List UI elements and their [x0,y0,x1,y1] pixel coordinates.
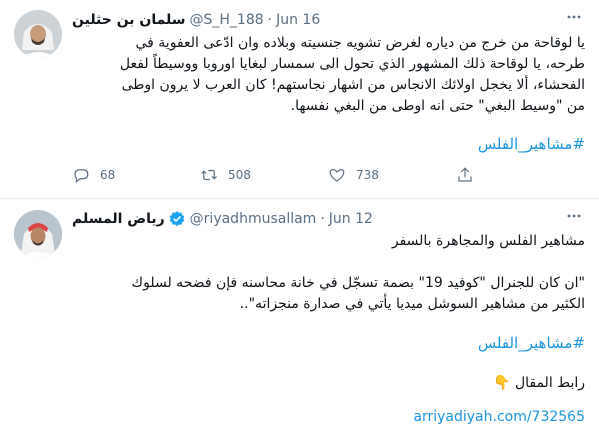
author-name[interactable]: رياض المسلم [72,209,165,229]
article-url-link[interactable]: arriyadiyah.com/732565 [413,409,585,425]
retweet-icon [201,169,217,181]
tweet-text-line: "ان كان للجنرال "كوفيد 19" بصمة تسجّل في… [131,275,585,291]
hashtag-row: #مشاهير_الفلس [72,134,585,156]
avatar[interactable] [14,10,62,58]
like-count: 738 [356,168,379,182]
tweet-2[interactable]: رياض المسلم @riyadhmusallam · Jun 12 مشا… [0,199,599,441]
heart-icon [329,169,345,182]
tweet-1[interactable]: سلمان بن حثلين @S_H_188 · Jun 16 يا لوقا… [0,0,599,199]
tweet-text: يا لوقاحة من خرج من دياره لغرض تشويه جنس… [72,33,585,117]
more-options-icon[interactable] [563,8,585,30]
author-handle[interactable]: @S_H_188 [190,10,264,30]
tweet-text-line: طرحه، يا لوقاحة ذلك المشهور الذي تحول ال… [119,56,585,72]
tweet-text-quote: "ان كان للجنرال "كوفيد 19" بصمة تسجّل في… [72,273,585,315]
article-link-label: رابط المقال [514,375,585,391]
author-name[interactable]: سلمان بن حثلين [72,10,186,30]
verified-badge-icon [169,211,184,227]
tweet-text-line: من "وسيط البغي" حتى انه اوطى من البغي نف… [290,98,585,114]
more-options-icon[interactable] [563,207,585,229]
share-icon [458,167,472,182]
article-link-label-row: رابط المقال 👇 [72,373,585,394]
share-button[interactable] [456,166,474,184]
tweet-header: سلمان بن حثلين @S_H_188 · Jun 16 [72,10,320,30]
pointing-down-icon: 👇 [493,375,511,391]
tweet-actions: 68 508 738 [72,163,585,187]
like-button[interactable]: 738 [328,166,456,184]
tweet-text-title: مشاهير الفلس والمجاهرة بالسفر [72,231,585,252]
tweet-date[interactable]: Jun 16 [276,10,320,30]
reply-icon [74,169,89,183]
hashtag-link[interactable]: #مشاهير_الفلس [478,135,585,153]
author-handle[interactable]: @riyadhmusallam [190,209,317,229]
hashtag-row: #مشاهير_الفلس [72,333,585,355]
tweet-text-line: الفحشاء، ألا يخجل اولائك الانجاس من اشها… [121,77,585,93]
separator-dot: · [267,12,273,28]
url-row: arriyadiyah.com/732565 [72,407,585,428]
separator-dot: · [320,211,325,227]
reply-button[interactable]: 68 [72,166,200,184]
retweet-count: 508 [228,168,251,182]
tweet-date[interactable]: Jun 12 [329,209,373,229]
avatar[interactable] [14,210,62,258]
tweet-text-line: الكثير من مشاهير السوشل ميديا يأتي في صد… [239,296,585,312]
reply-count: 68 [100,168,116,182]
tweet-text-line: مشاهير الفلس والمجاهرة بالسفر [391,233,585,249]
tweet-text-line: يا لوقاحة من خرج من دياره لغرض تشويه جنس… [135,35,585,51]
retweet-button[interactable]: 508 [200,166,328,184]
hashtag-link[interactable]: #مشاهير_الفلس [478,334,585,352]
tweet-header: رياض المسلم @riyadhmusallam · Jun 12 [72,209,373,229]
